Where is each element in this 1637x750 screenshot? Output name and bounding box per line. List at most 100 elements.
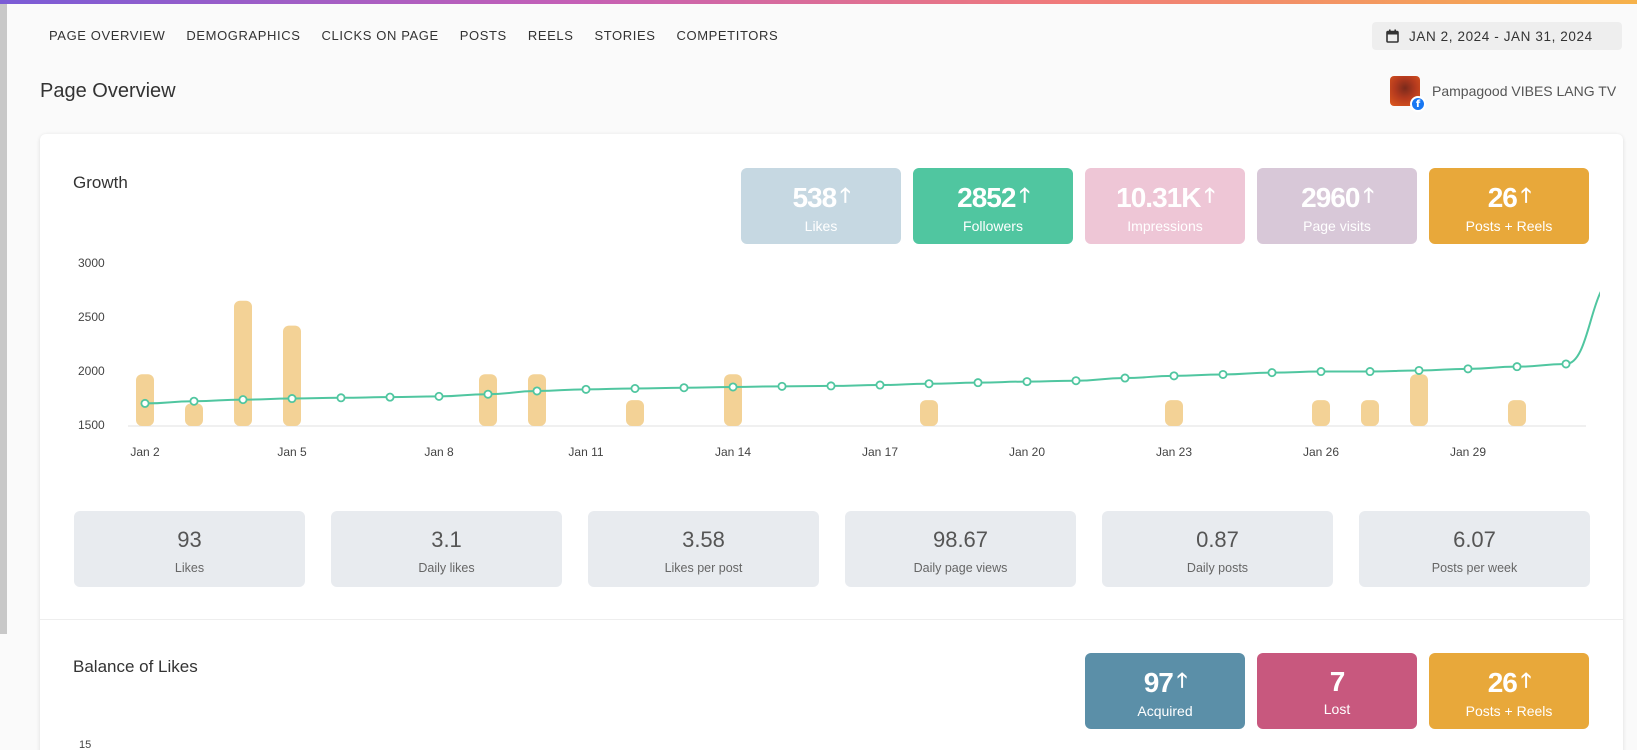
kpi-number: 538 xyxy=(792,182,837,213)
arrow-up-icon: 🡑 xyxy=(1363,185,1373,207)
bar-post-day-21[interactable] xyxy=(1165,400,1183,426)
arrow-up-icon: 🡑 xyxy=(1176,670,1187,692)
followers-point-18[interactable] xyxy=(1022,377,1032,387)
stat-label: Posts per week xyxy=(1431,561,1518,575)
bar-post-day-2[interactable] xyxy=(234,300,252,426)
followers-point-29[interactable] xyxy=(1561,359,1571,369)
followers-point-7[interactable] xyxy=(483,389,493,399)
stat-value: 0.87 xyxy=(1196,527,1239,552)
followers-point-9[interactable] xyxy=(581,384,591,394)
growth-kpi-posts-reels[interactable]: 26 🡑 Posts + Reels xyxy=(1429,168,1589,244)
x-tick-label: Jan 14 xyxy=(715,445,751,459)
tab-clicks-on-page[interactable]: CLICKS ON PAGE xyxy=(322,28,439,43)
balance-kpi-acquired[interactable]: 97 🡑 Acquired xyxy=(1085,653,1245,729)
bar-post-day-28[interactable] xyxy=(1508,400,1526,426)
avatar: f xyxy=(1390,76,1426,112)
stat-label: Likes xyxy=(174,561,205,575)
x-tick-label: Jan 26 xyxy=(1303,445,1339,459)
tab-page-overview[interactable]: PAGE OVERVIEW xyxy=(49,28,165,43)
followers-point-22[interactable] xyxy=(1218,369,1228,379)
followers-point-13[interactable] xyxy=(777,381,787,391)
tab-stories[interactable]: STORIES xyxy=(594,28,655,43)
y-tick-label: 1500 xyxy=(78,418,105,432)
growth-kpi-followers[interactable]: 2852 🡑 Followers xyxy=(913,168,1073,244)
x-tick-label: Jan 17 xyxy=(862,445,898,459)
followers-point-14[interactable] xyxy=(826,381,836,391)
arrow-up-icon: 🡑 xyxy=(1520,185,1531,207)
followers-point-21[interactable] xyxy=(1169,371,1179,381)
followers-point-17[interactable] xyxy=(973,378,983,388)
page-identity[interactable]: f Pampagood VIBES LANG TV xyxy=(1390,76,1617,112)
kpi-value: 26 🡑 xyxy=(1429,666,1589,700)
followers-point-6[interactable] xyxy=(434,391,444,401)
section-divider xyxy=(40,619,1623,620)
followers-point-27[interactable] xyxy=(1463,364,1473,374)
stat-value: 3.1 xyxy=(431,527,462,552)
arrow-up-icon: 🡑 xyxy=(1520,670,1531,692)
growth-kpi-impressions[interactable]: 10.31K 🡑 Impressions xyxy=(1085,168,1245,244)
balance-kpi-lost[interactable]: 7 Lost xyxy=(1257,653,1417,729)
tab-demographics[interactable]: DEMOGRAPHICS xyxy=(186,28,300,43)
bar-post-day-24[interactable] xyxy=(1312,400,1330,426)
followers-point-0[interactable] xyxy=(140,398,150,408)
followers-point-3[interactable] xyxy=(287,394,297,404)
growth-kpi-page-visits[interactable]: 2960 🡑 Page visits xyxy=(1257,168,1417,244)
followers-point-23[interactable] xyxy=(1267,368,1277,378)
kpi-value: 26 🡑 xyxy=(1429,181,1589,215)
bar-post-day-16[interactable] xyxy=(920,400,938,426)
kpi-label: Page visits xyxy=(1303,218,1371,234)
date-range-picker[interactable]: JAN 2, 2024 - JAN 31, 2024 xyxy=(1372,22,1622,50)
tab-reels[interactable]: REELS xyxy=(528,28,574,43)
tab-competitors[interactable]: COMPETITORS xyxy=(677,28,779,43)
followers-point-2[interactable] xyxy=(238,395,248,405)
bar-post-day-8[interactable] xyxy=(528,374,546,426)
facebook-icon: f xyxy=(1410,96,1426,112)
followers-point-25[interactable] xyxy=(1365,367,1375,377)
stat-daily-page-views: 98.67 Daily page views xyxy=(845,511,1076,587)
stat-value: 93 xyxy=(177,527,202,552)
followers-point-11[interactable] xyxy=(679,383,689,393)
kpi-value: 538 🡑 xyxy=(741,181,901,215)
bar-post-day-3[interactable] xyxy=(283,325,301,426)
stat-label: Likes per post xyxy=(664,561,743,575)
balance-kpi-posts-reels[interactable]: 26 🡑 Posts + Reels xyxy=(1429,653,1589,729)
bar-post-day-10[interactable] xyxy=(626,400,644,426)
stat-label: Daily posts xyxy=(1186,561,1249,575)
bar-post-day-7[interactable] xyxy=(479,374,497,426)
bar-post-day-1[interactable] xyxy=(185,403,203,426)
followers-point-8[interactable] xyxy=(532,386,542,396)
followers-point-24[interactable] xyxy=(1316,367,1326,377)
followers-point-15[interactable] xyxy=(875,380,885,390)
followers-point-26[interactable] xyxy=(1414,365,1424,375)
kpi-number: 2960 xyxy=(1301,182,1360,213)
y-tick-label: 2000 xyxy=(78,364,105,378)
arrow-up-icon: 🡑 xyxy=(1204,185,1214,207)
bar-post-day-26[interactable] xyxy=(1410,374,1428,426)
stat-likes: 93 Likes xyxy=(74,511,305,587)
followers-point-28[interactable] xyxy=(1512,362,1522,372)
kpi-number: 10.31K xyxy=(1116,182,1201,213)
kpi-number: 7 xyxy=(1329,666,1346,697)
x-tick-label: Jan 8 xyxy=(424,445,454,459)
followers-point-19[interactable] xyxy=(1071,376,1081,386)
kpi-value: 97 🡑 xyxy=(1085,666,1245,700)
tab-posts[interactable]: POSTS xyxy=(460,28,507,43)
stat-daily-likes: 3.1 Daily likes xyxy=(331,511,562,587)
followers-point-1[interactable] xyxy=(189,396,199,406)
followers-point-10[interactable] xyxy=(630,383,640,393)
scrollbar-rail[interactable] xyxy=(0,4,7,634)
kpi-label: Likes xyxy=(804,218,838,234)
balance-title: Balance of Likes xyxy=(73,657,198,676)
y-tick-label: 3000 xyxy=(78,256,105,270)
followers-point-5[interactable] xyxy=(385,392,395,402)
bar-post-day-12[interactable] xyxy=(724,374,742,426)
bar-post-day-25[interactable] xyxy=(1361,400,1379,426)
page-name: Pampagood VIBES LANG TV xyxy=(1432,83,1617,99)
followers-point-16[interactable] xyxy=(924,379,934,389)
followers-point-4[interactable] xyxy=(336,393,346,403)
x-tick-label: Jan 29 xyxy=(1450,445,1486,459)
followers-point-20[interactable] xyxy=(1120,373,1130,383)
growth-kpi-likes[interactable]: 538 🡑 Likes xyxy=(741,168,901,244)
kpi-number: 97 xyxy=(1143,667,1174,698)
followers-point-12[interactable] xyxy=(728,382,738,392)
